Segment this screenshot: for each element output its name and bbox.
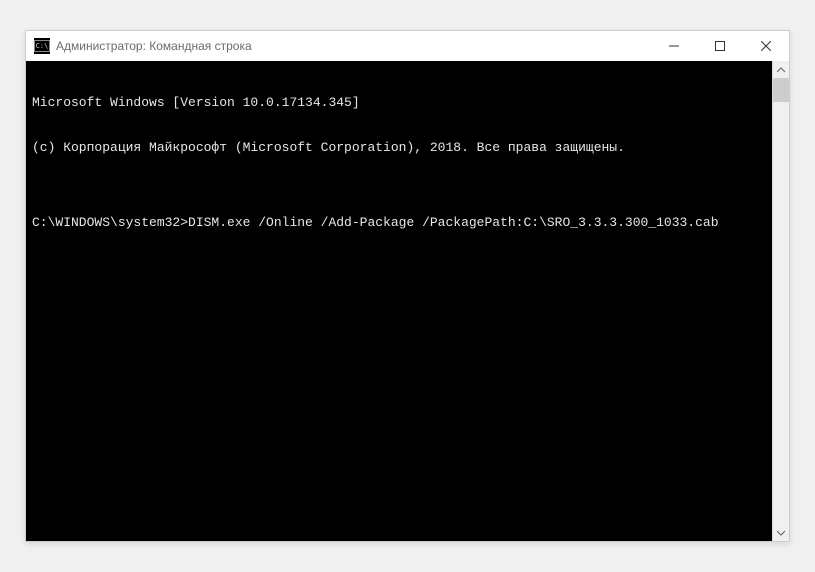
close-icon [761,41,771,51]
minimize-button[interactable] [651,31,697,61]
app-icon: C:\ [34,38,50,54]
terminal-line: C:\WINDOWS\system32>DISM.exe /Online /Ad… [32,215,766,230]
chevron-down-icon [777,529,785,537]
maximize-button[interactable] [697,31,743,61]
terminal-output[interactable]: Microsoft Windows [Version 10.0.17134.34… [26,61,772,541]
minimize-icon [669,41,679,51]
vertical-scrollbar[interactable] [772,61,789,541]
terminal-area: Microsoft Windows [Version 10.0.17134.34… [26,61,789,541]
window-title: Администратор: Командная строка [56,39,651,53]
terminal-line: (c) Корпорация Майкрософт (Microsoft Cor… [32,140,766,155]
window-controls [651,31,789,61]
scroll-thumb[interactable] [773,78,789,102]
chevron-up-icon [777,66,785,74]
command-prompt-window: C:\ Администратор: Командная строка [25,30,790,542]
titlebar[interactable]: C:\ Администратор: Командная строка [26,31,789,61]
scroll-down-button[interactable] [773,524,789,541]
maximize-icon [715,41,725,51]
terminal-line: Microsoft Windows [Version 10.0.17134.34… [32,95,766,110]
scroll-up-button[interactable] [773,61,789,78]
close-button[interactable] [743,31,789,61]
